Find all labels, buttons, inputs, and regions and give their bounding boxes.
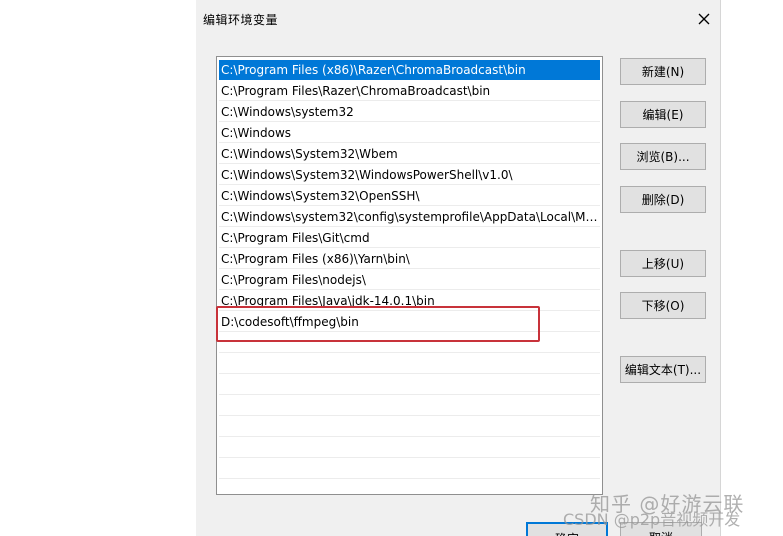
empty-list-row [219, 459, 600, 479]
empty-list-row [219, 333, 600, 353]
cancel-button[interactable]: 取消 [620, 522, 702, 536]
ok-button[interactable]: 确定 [526, 522, 608, 536]
empty-list-row [219, 480, 600, 494]
new-button[interactable]: 新建(N) [620, 58, 706, 85]
delete-button[interactable]: 删除(D) [620, 186, 706, 213]
path-list-item[interactable]: C:\Windows\System32\WindowsPowerShell\v1… [219, 165, 600, 185]
empty-list-row [219, 417, 600, 437]
close-button[interactable] [690, 6, 718, 32]
empty-list-row [219, 354, 600, 374]
empty-list-row [219, 396, 600, 416]
dialog-title: 编辑环境变量 [203, 13, 279, 27]
path-list-item[interactable]: C:\Program Files (x86)\Yarn\bin\ [219, 249, 600, 269]
path-list-item[interactable]: C:\Program Files (x86)\Razer\ChromaBroad… [219, 60, 600, 80]
browse-button[interactable]: 浏览(B)... [620, 143, 706, 170]
screenshot-stage: 编辑环境变量 C:\Program Files (x86)\Razer\Chro… [0, 0, 783, 536]
edit-text-button[interactable]: 编辑文本(T)... [620, 356, 706, 383]
path-list-item[interactable]: C:\Program Files\nodejs\ [219, 270, 600, 290]
empty-list-row [219, 375, 600, 395]
path-list-item[interactable]: C:\Windows\System32\Wbem [219, 144, 600, 164]
path-list-item[interactable]: C:\Program Files\Razer\ChromaBroadcast\b… [219, 81, 600, 101]
path-list-item[interactable]: C:\Windows [219, 123, 600, 143]
path-listbox[interactable]: C:\Program Files (x86)\Razer\ChromaBroad… [216, 56, 603, 495]
empty-list-row [219, 438, 600, 458]
path-list-item[interactable]: C:\Program Files\Java\jdk-14.0.1\bin [219, 291, 600, 311]
move-up-button[interactable]: 上移(U) [620, 250, 706, 277]
path-list-item[interactable]: C:\Windows\System32\OpenSSH\ [219, 186, 600, 206]
close-icon [698, 13, 710, 25]
edit-button[interactable]: 编辑(E) [620, 101, 706, 128]
move-down-button[interactable]: 下移(O) [620, 292, 706, 319]
path-list-item[interactable]: C:\Windows\system32 [219, 102, 600, 122]
path-list-item[interactable]: C:\Program Files\Git\cmd [219, 228, 600, 248]
path-list-item[interactable]: C:\Windows\system32\config\systemprofile… [219, 207, 600, 227]
path-list-item[interactable]: D:\codesoft\ffmpeg\bin [219, 312, 600, 332]
edit-env-variable-dialog: 编辑环境变量 C:\Program Files (x86)\Razer\Chro… [196, 0, 721, 536]
